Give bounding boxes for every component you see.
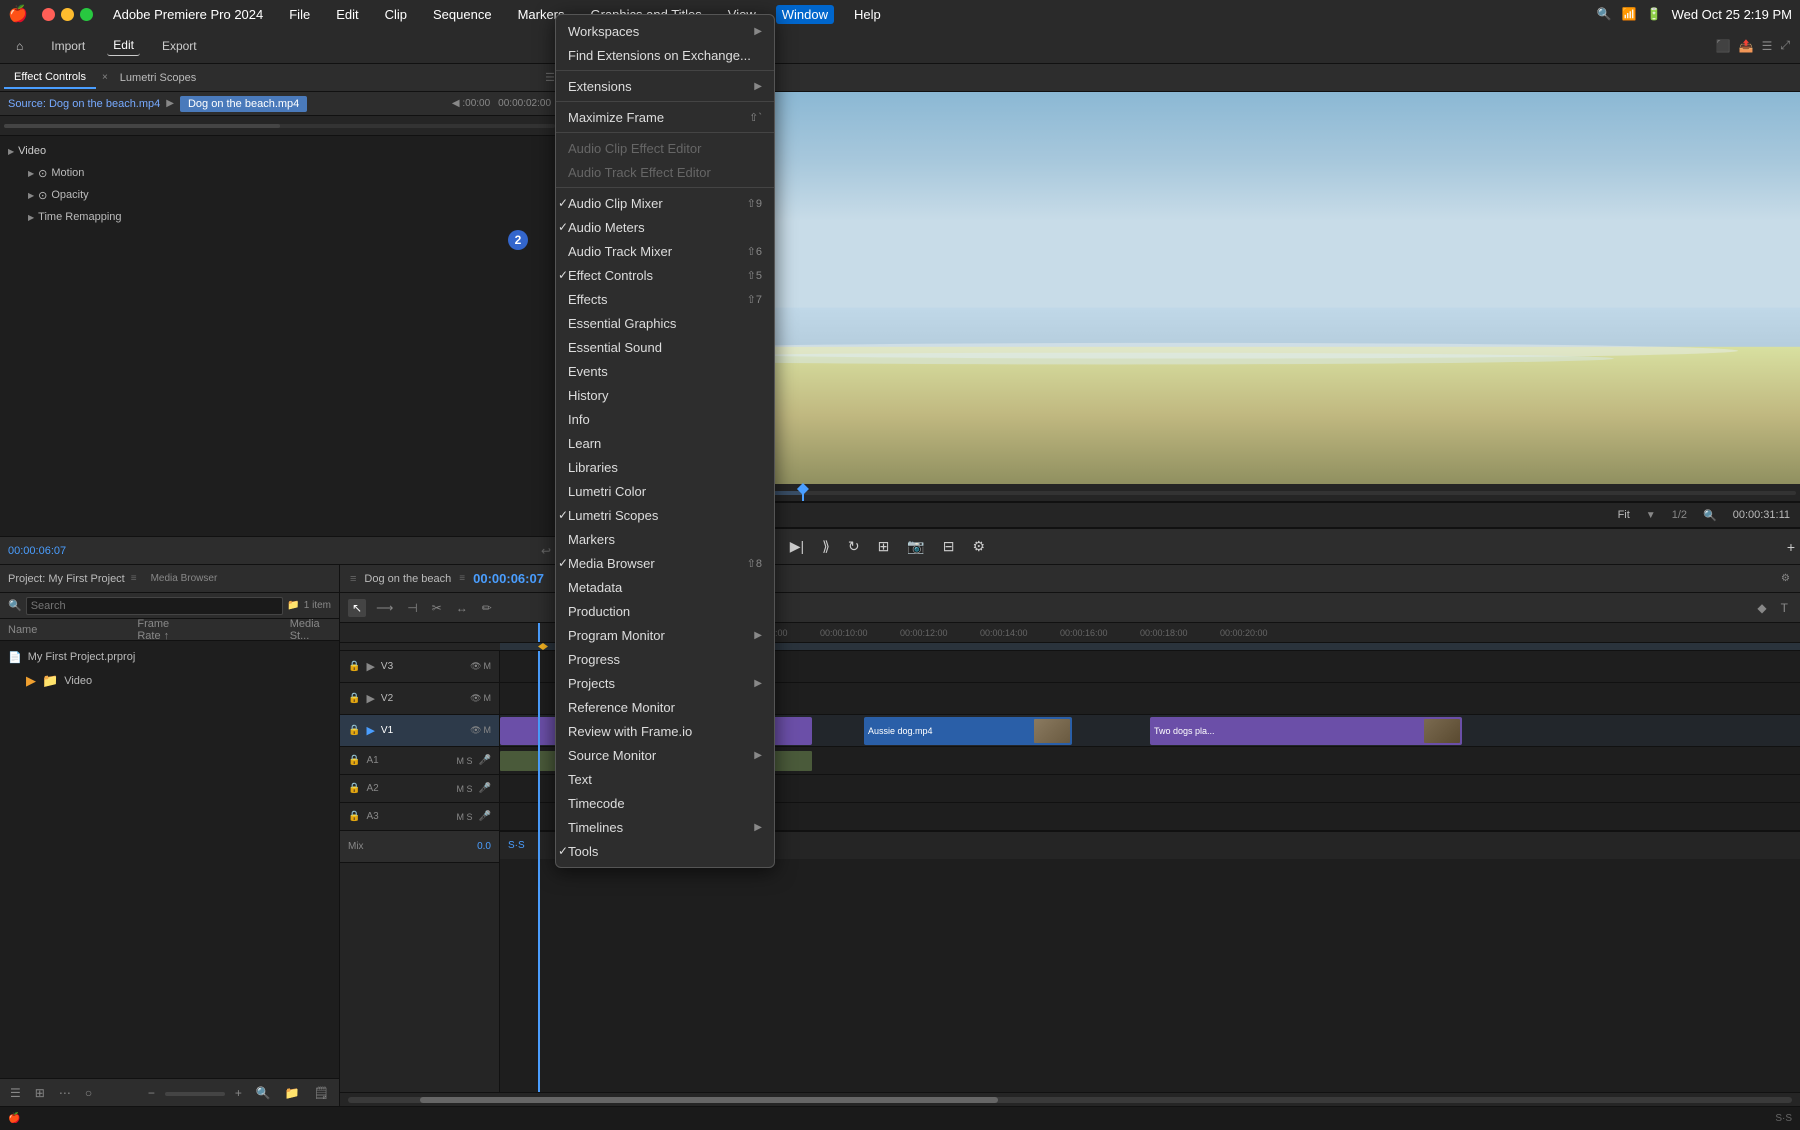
menu-item-reference-monitor[interactable]: Reference Monitor	[556, 695, 774, 719]
menu-item-audio-clip-mixer[interactable]: Audio Clip Mixer ⇧9	[556, 191, 774, 215]
menu-item-essential-graphics[interactable]: Essential Graphics	[556, 311, 774, 335]
menu-item-tools[interactable]: Tools	[556, 839, 774, 863]
menu-item-events[interactable]: Events	[556, 359, 774, 383]
menu-item-metadata[interactable]: Metadata	[556, 575, 774, 599]
menu-item-text[interactable]: Text	[556, 767, 774, 791]
menu-item-lumetri-scopes[interactable]: Lumetri Scopes	[556, 503, 774, 527]
menu-item-media-browser[interactable]: Media Browser ⇧8	[556, 551, 774, 575]
menu-item-review-frameio[interactable]: Review with Frame.io	[556, 719, 774, 743]
menu-item-audio-clip-effect: Audio Clip Effect Editor	[556, 136, 774, 160]
menu-item-audio-track-effect: Audio Track Effect Editor	[556, 160, 774, 184]
menu-item-workspaces[interactable]: Workspaces ▶	[556, 19, 774, 43]
menu-item-audio-meters[interactable]: Audio Meters	[556, 215, 774, 239]
menu-item-audio-track-mixer[interactable]: Audio Track Mixer ⇧6	[556, 239, 774, 263]
window-dropdown-menu: Workspaces ▶ Find Extensions on Exchange…	[555, 14, 775, 868]
separator-4	[556, 187, 774, 188]
menu-item-find-extensions[interactable]: Find Extensions on Exchange...	[556, 43, 774, 67]
status-bar: 🍎 S·S	[0, 1106, 1800, 1130]
menu-item-projects[interactable]: Projects ▶	[556, 671, 774, 695]
menu-item-maximize-frame[interactable]: Maximize Frame ⇧`	[556, 105, 774, 129]
menu-item-progress[interactable]: Progress	[556, 647, 774, 671]
menu-item-effects[interactable]: Effects ⇧7	[556, 287, 774, 311]
menu-item-timecode[interactable]: Timecode	[556, 791, 774, 815]
menu-item-essential-sound[interactable]: Essential Sound	[556, 335, 774, 359]
menu-item-production[interactable]: Production	[556, 599, 774, 623]
separator-2	[556, 101, 774, 102]
menu-item-learn[interactable]: Learn	[556, 431, 774, 455]
menu-item-effect-controls[interactable]: Effect Controls ⇧5	[556, 263, 774, 287]
menu-item-source-monitor[interactable]: Source Monitor ▶	[556, 743, 774, 767]
menu-item-markers[interactable]: Markers	[556, 527, 774, 551]
menu-item-info[interactable]: Info	[556, 407, 774, 431]
menu-item-extensions[interactable]: Extensions ▶	[556, 74, 774, 98]
separator-1	[556, 70, 774, 71]
menu-item-timelines[interactable]: Timelines ▶	[556, 815, 774, 839]
status-right: S·S	[1775, 1113, 1792, 1124]
menu-item-program-monitor[interactable]: Program Monitor ▶	[556, 623, 774, 647]
status-apple: 🍎	[8, 1113, 20, 1124]
dropdown-overlay[interactable]: Workspaces ▶ Find Extensions on Exchange…	[0, 0, 1800, 1106]
menu-item-history[interactable]: History	[556, 383, 774, 407]
menu-item-lumetri-color[interactable]: Lumetri Color	[556, 479, 774, 503]
separator-3	[556, 132, 774, 133]
menu-item-libraries[interactable]: Libraries	[556, 455, 774, 479]
